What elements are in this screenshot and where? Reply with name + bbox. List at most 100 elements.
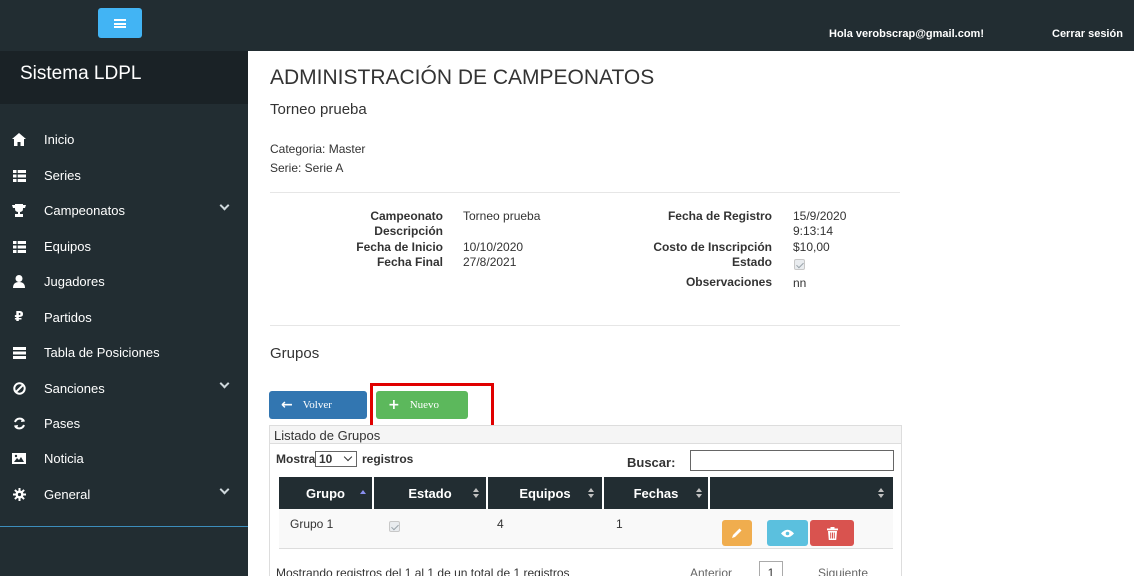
sidebar-item-general[interactable]: General [0, 477, 248, 512]
pagination-page-1[interactable]: 1 [759, 561, 783, 576]
home-icon [12, 133, 26, 147]
table-header: Grupo Estado Equipos Fechas [279, 477, 893, 509]
column-header-label: Estado [408, 485, 452, 501]
fecha-registro-time: 9:13:14 [793, 224, 834, 238]
cell-estado-checkbox [389, 521, 400, 532]
brand-title: Sistema LDPL [20, 63, 142, 84]
sidebar-item-label: Noticia [44, 451, 84, 466]
sidebar-item-label: General [44, 487, 91, 502]
categoria-text: Categoria: Master [270, 142, 366, 156]
sort-asc-icon [360, 488, 366, 498]
delete-button[interactable] [810, 520, 854, 546]
page-subtitle: Torneo prueba [270, 101, 367, 118]
sidebar-item-label: Sanciones [44, 381, 105, 396]
greeting-text: Hola verobscrap@gmail.com! [829, 28, 984, 40]
ban-icon [12, 382, 26, 396]
fecha-registro-label: Fecha de Registro [667, 209, 772, 223]
serie-text: Serie: Serie A [270, 161, 344, 175]
cell-equipos: 4 [497, 517, 504, 531]
sort-icon [473, 488, 479, 498]
menu-toggle-button[interactable] [98, 8, 142, 38]
volver-button[interactable]: ← Volver [269, 391, 367, 419]
sidebar-item-equipos[interactable]: Equipos [0, 229, 248, 264]
sort-icon [696, 488, 702, 498]
edit-button[interactable] [722, 520, 752, 546]
cell-grupo: Grupo 1 [290, 517, 334, 531]
sidebar-item-jugadores[interactable]: Jugadores [0, 264, 248, 299]
volver-label: Volver [302, 399, 332, 411]
length-prefix: Mostrar [276, 452, 321, 466]
sidebar-item-label: Pases [44, 416, 81, 431]
column-header-grupo[interactable]: Grupo [279, 477, 372, 509]
sidebar-item-partidos[interactable]: ₽ Partidos [0, 300, 248, 335]
sort-icon [878, 488, 884, 498]
sidebar-item-campeonatos[interactable]: Campeonatos [0, 193, 248, 228]
panel-heading: Listado de Grupos [270, 426, 901, 444]
sidebar-item-label: Partidos [44, 310, 92, 325]
highlight-box [370, 383, 494, 429]
sidebar-item-tabla-posiciones[interactable]: Tabla de Posiciones [0, 335, 248, 370]
chevron-down-icon [219, 200, 230, 211]
search-label: Buscar: [627, 455, 676, 470]
ruble-icon: ₽ [14, 310, 24, 325]
sidebar: Sistema LDPL Inicio Series Campeonatos E… [0, 51, 248, 576]
chevron-down-icon [219, 378, 230, 389]
sidebar-item-series[interactable]: Series [0, 158, 248, 193]
sidebar-divider [0, 526, 248, 527]
logout-link[interactable]: Cerrar sesión [1052, 28, 1123, 40]
hamburger-icon [114, 18, 126, 28]
section-title-grupos: Grupos [270, 345, 320, 362]
sidebar-item-sanciones[interactable]: Sanciones [0, 371, 248, 406]
brand: Sistema LDPL [0, 51, 248, 104]
column-header-label: Equipos [519, 485, 571, 501]
page-length-value: 10 [319, 452, 333, 466]
cell-fechas: 1 [616, 517, 623, 531]
pagination-next[interactable]: Siguiente [818, 566, 868, 576]
sidebar-item-label: Series [44, 168, 81, 183]
sidebar-item-label: Tabla de Posiciones [44, 345, 160, 360]
pagination-previous[interactable]: Anterior [690, 566, 732, 576]
sidebar-item-inicio[interactable]: Inicio [0, 122, 248, 157]
column-header-equipos[interactable]: Equipos [488, 477, 602, 509]
eye-icon [781, 529, 794, 537]
estado-label: Estado [731, 255, 772, 269]
page-title: ADMINISTRACIÓN DE CAMPEONATOS [270, 66, 655, 89]
fecha-registro-date: 15/9/2020 [793, 209, 847, 223]
trash-icon [826, 526, 838, 540]
gear-icon [12, 488, 26, 502]
campeonato-value: Torneo prueba [463, 209, 541, 223]
search-input[interactable] [690, 450, 894, 471]
refresh-icon [12, 417, 26, 431]
descripcion-label: Descripción [374, 224, 443, 238]
column-header-fechas[interactable]: Fechas [604, 477, 708, 509]
top-navbar: Hola verobscrap@gmail.com! Cerrar sesión [0, 0, 1134, 51]
column-header-actions[interactable] [710, 477, 893, 509]
grid-icon [12, 240, 26, 254]
view-button[interactable] [767, 520, 808, 546]
length-suffix: registros [362, 452, 414, 466]
list-icon [12, 346, 26, 360]
sidebar-item-label: Equipos [44, 239, 91, 254]
divider [270, 325, 900, 326]
trophy-icon [12, 204, 26, 218]
page-length-select[interactable]: 10 [315, 451, 357, 467]
costo-inscripcion-label: Costo de Inscripción [653, 240, 772, 254]
panel-title: Listado de Grupos [274, 428, 381, 443]
observaciones-label: Observaciones [685, 275, 772, 289]
observaciones-value: nn [793, 276, 807, 290]
fecha-inicio-value: 10/10/2020 [463, 240, 524, 254]
grid-icon [12, 169, 26, 183]
user-icon [12, 275, 26, 289]
sidebar-item-pases[interactable]: Pases [0, 406, 248, 441]
estado-checkbox [794, 259, 805, 270]
fecha-inicio-label: Fecha de Inicio [356, 240, 443, 254]
sidebar-item-noticia[interactable]: Noticia [0, 441, 248, 476]
column-header-label: Fechas [633, 485, 679, 501]
fecha-final-value: 27/8/2021 [463, 255, 517, 269]
arrow-left-icon: ← [281, 397, 293, 413]
column-header-label: Grupo [306, 485, 345, 501]
fecha-final-label: Fecha Final [376, 255, 443, 269]
divider [270, 192, 900, 193]
campeonato-label: Campeonato [370, 209, 443, 223]
column-header-estado[interactable]: Estado [374, 477, 486, 509]
